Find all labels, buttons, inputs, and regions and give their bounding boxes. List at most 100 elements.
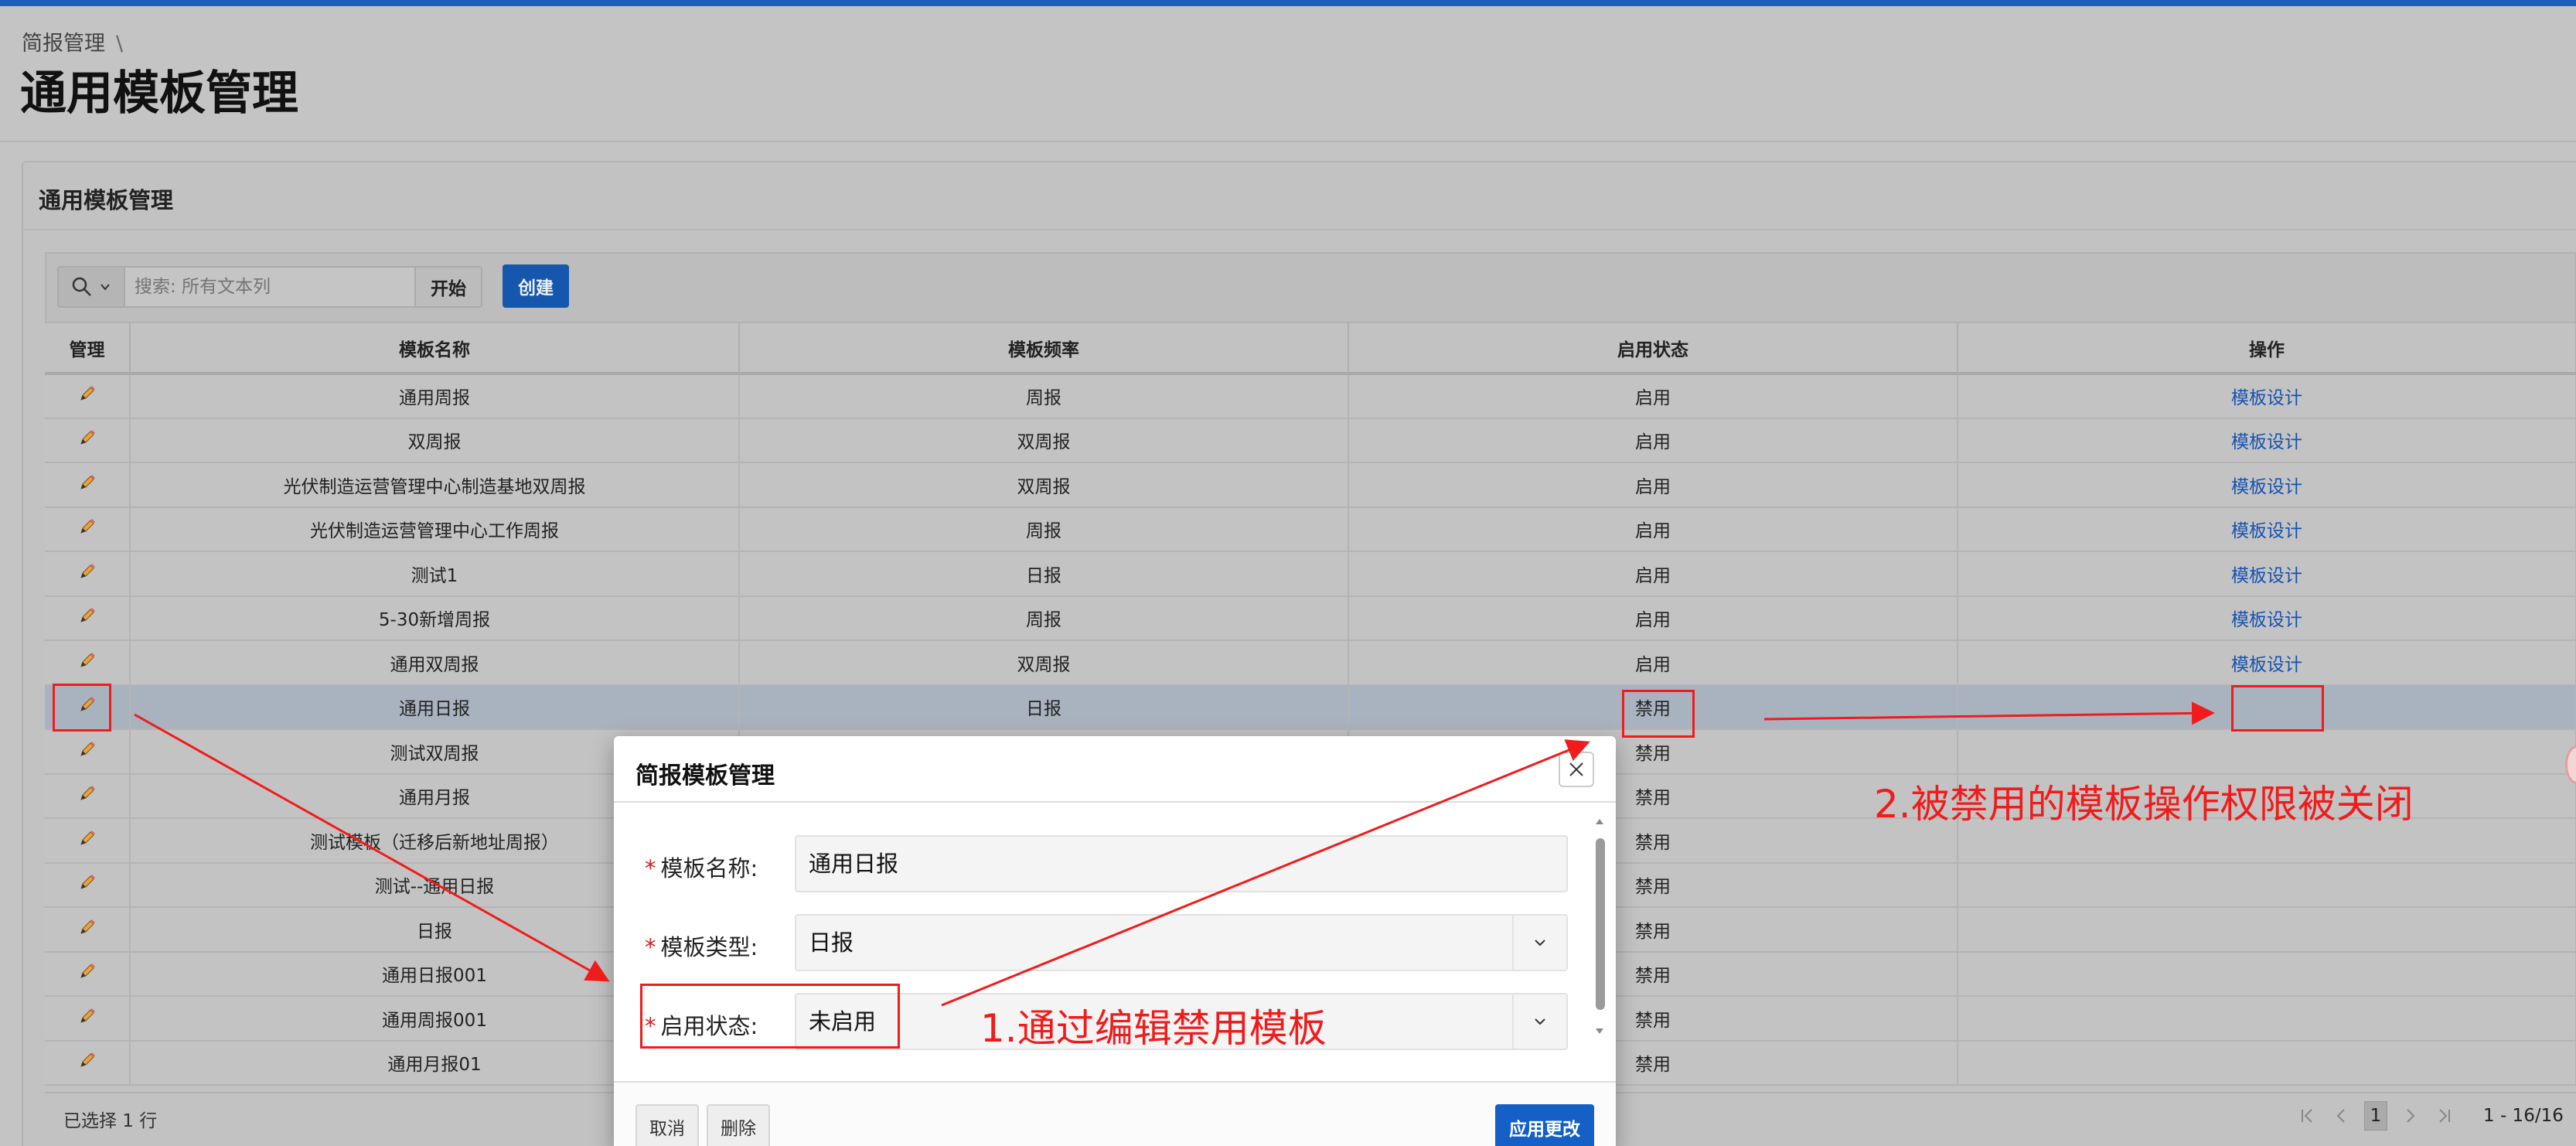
template-design-link[interactable]: 模板设计	[2231, 610, 2302, 630]
edit-cell[interactable]	[45, 462, 131, 508]
pagination: 1 1 - 16/16	[2296, 1101, 2564, 1131]
action-cell: 模板设计	[1958, 418, 2576, 463]
frequency-cell: 周报	[739, 595, 1349, 641]
pencil-icon[interactable]	[78, 428, 97, 447]
form-row-name: * 模板名称: 通用日报	[614, 835, 1596, 892]
frequency-cell: 日报	[739, 684, 1349, 730]
action-cell	[1958, 951, 2576, 997]
pencil-icon[interactable]	[78, 517, 97, 536]
table-row[interactable]: 通用双周报 双周报 启用 模板设计	[45, 640, 2576, 686]
template-design-link[interactable]: 模板设计	[2231, 477, 2302, 497]
edit-cell[interactable]	[45, 996, 131, 1042]
search-column-menu[interactable]	[57, 266, 125, 308]
cancel-button[interactable]: 取消	[635, 1104, 699, 1146]
next-page-button[interactable]	[2398, 1102, 2421, 1130]
previous-page-button[interactable]	[2330, 1102, 2353, 1130]
pencil-icon[interactable]	[78, 562, 97, 581]
pencil-icon[interactable]	[78, 473, 97, 492]
edit-cell[interactable]	[45, 373, 131, 419]
action-cell: 模板设计	[1958, 462, 2576, 508]
edit-cell[interactable]	[45, 862, 131, 908]
action-cell	[1958, 1040, 2576, 1086]
pencil-icon[interactable]	[78, 606, 97, 625]
chevron-right-icon	[2407, 1109, 2415, 1123]
template-design-link[interactable]: 模板设计	[2231, 521, 2302, 541]
chevron-down-icon	[101, 284, 110, 291]
first-page-button[interactable]	[2296, 1102, 2319, 1130]
edit-cell[interactable]	[45, 951, 131, 997]
table-row[interactable]: 通用日报 日报 禁用	[45, 684, 2576, 730]
pencil-icon[interactable]	[78, 962, 97, 981]
current-page[interactable]: 1	[2364, 1101, 2387, 1131]
pencil-icon[interactable]	[78, 829, 97, 848]
edit-cell[interactable]	[45, 640, 131, 686]
go-button[interactable]: 开始	[416, 266, 482, 308]
pencil-icon[interactable]	[78, 784, 97, 803]
template-design-link[interactable]: 模板设计	[2231, 655, 2302, 675]
dialog-close-button[interactable]	[1559, 752, 1594, 787]
pencil-icon[interactable]	[78, 1051, 97, 1069]
template-design-link[interactable]: 模板设计	[2231, 432, 2302, 452]
edit-cell[interactable]	[45, 907, 131, 953]
column-header-action[interactable]: 操作	[1958, 322, 2576, 375]
annotation-box-dialog-status	[640, 984, 900, 1049]
column-header-manage[interactable]: 管理	[45, 322, 131, 375]
first-page-icon	[2302, 1109, 2312, 1123]
last-page-icon	[2439, 1109, 2450, 1123]
column-header-status[interactable]: 启用状态	[1348, 322, 1958, 375]
table-row[interactable]: 测试1 日报 启用 模板设计	[45, 551, 2576, 597]
action-cell: 模板设计	[1958, 640, 2576, 686]
table-row[interactable]: 通用周报 周报 启用 模板设计	[45, 373, 2576, 419]
edit-cell[interactable]	[45, 773, 131, 819]
status-cell: 启用	[1348, 595, 1958, 641]
action-cell: 模板设计	[1958, 373, 2576, 419]
last-page-button[interactable]	[2432, 1102, 2455, 1130]
edit-cell[interactable]	[45, 506, 131, 552]
edit-cell[interactable]	[45, 729, 131, 775]
type-select-arrow[interactable]	[1512, 916, 1566, 970]
table-row[interactable]: 双周报 双周报 启用 模板设计	[45, 418, 2576, 463]
frequency-cell: 周报	[739, 373, 1349, 419]
edit-cell[interactable]	[45, 818, 131, 864]
template-name-cell: 测试1	[130, 551, 740, 597]
edit-cell[interactable]	[45, 1040, 131, 1086]
pencil-icon[interactable]	[78, 1007, 97, 1025]
scrollbar-thumb[interactable]	[1596, 838, 1605, 1010]
dialog-title: 简报模板管理	[635, 762, 775, 790]
column-header-frequency[interactable]: 模板频率	[739, 322, 1349, 375]
edit-cell[interactable]	[45, 551, 131, 597]
table-row[interactable]: 光伏制造运营管理中心工作周报 周报 启用 模板设计	[45, 506, 2576, 552]
pencil-icon[interactable]	[78, 918, 97, 936]
delete-button[interactable]: 删除	[707, 1104, 770, 1146]
create-button[interactable]: 创建	[503, 264, 569, 308]
pencil-icon[interactable]	[78, 740, 97, 759]
breadcrumb-item[interactable]: 简报管理	[22, 32, 105, 56]
required-mark: *	[645, 855, 656, 882]
apply-changes-button[interactable]: 应用更改	[1495, 1104, 1594, 1146]
name-field[interactable]: 通用日报	[795, 835, 1568, 892]
frequency-cell: 日报	[739, 551, 1349, 597]
edit-cell[interactable]	[45, 418, 131, 463]
status-select-arrow[interactable]	[1512, 994, 1566, 1049]
page-range: 1 - 16/16	[2483, 1106, 2564, 1126]
pencil-icon[interactable]	[78, 651, 97, 670]
template-design-link[interactable]: 模板设计	[2231, 566, 2302, 586]
type-select[interactable]: 日报	[795, 914, 1568, 971]
pencil-icon[interactable]	[78, 384, 97, 403]
action-cell	[1958, 862, 2576, 908]
annotation-box-status	[1622, 690, 1695, 738]
template-design-link[interactable]: 模板设计	[2231, 388, 2302, 408]
table-row[interactable]: 5-30新增周报 周报 启用 模板设计	[45, 595, 2576, 641]
pencil-icon[interactable]	[78, 873, 97, 892]
breadcrumb: 简报管理 \	[22, 26, 123, 56]
scroll-down-icon	[1596, 1028, 1603, 1034]
breadcrumb-separator: \	[116, 32, 124, 56]
search-input[interactable]	[125, 266, 416, 308]
frequency-cell: 双周报	[739, 418, 1349, 463]
edit-cell[interactable]	[45, 595, 131, 641]
column-header-name[interactable]: 模板名称	[130, 322, 740, 375]
template-name-cell: 5-30新增周报	[130, 595, 740, 641]
type-select-value: 日报	[809, 929, 854, 956]
table-row[interactable]: 光伏制造运营管理中心制造基地双周报 双周报 启用 模板设计	[45, 462, 2576, 508]
action-cell: 模板设计	[1958, 595, 2576, 641]
